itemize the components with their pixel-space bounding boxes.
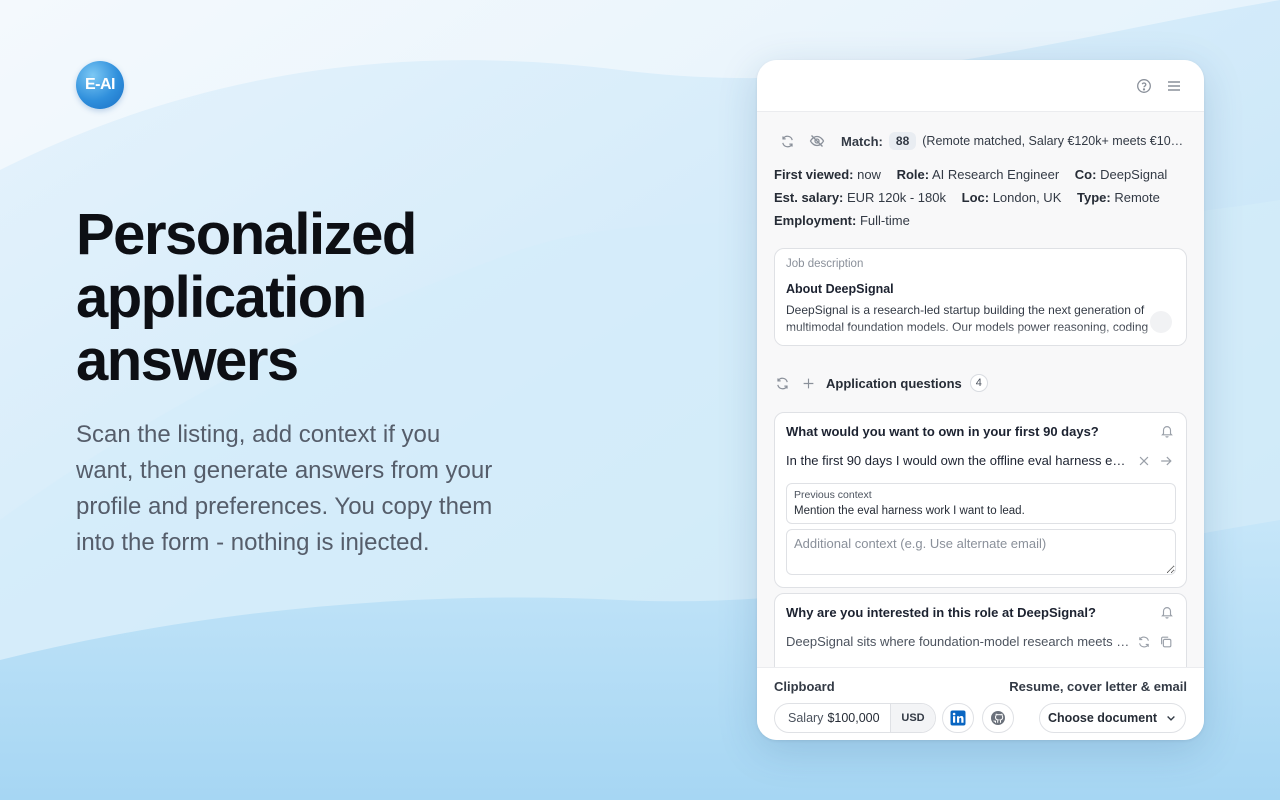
application-questions-header: Application questions 4 — [774, 374, 988, 392]
brand-logo: E-AI — [76, 61, 124, 109]
question-text: Why are you interested in this role at D… — [786, 605, 1096, 620]
match-score-badge: 88 — [888, 132, 917, 150]
hero-headline: Personalized application answers — [76, 202, 417, 393]
chevron-down-icon — [1165, 712, 1177, 724]
answer-text[interactable]: In the first 90 days I would own the off… — [786, 453, 1131, 468]
additional-context-input[interactable] — [786, 529, 1176, 575]
currency-toggle[interactable]: USD — [890, 704, 935, 732]
answer-text[interactable]: DeepSignal sits where foundation-model r… — [786, 634, 1131, 649]
question-text: What would you want to own in your first… — [786, 424, 1099, 439]
match-row: Match: 88 (Remote matched, Salary €120k+… — [779, 131, 1189, 151]
panel-footer: Clipboard Resume, cover letter & email S… — [757, 667, 1204, 740]
meta-row-1: First viewed: now Role: AI Research Engi… — [774, 167, 1179, 182]
hero-subtext: Scan the listing, add context if you wan… — [76, 421, 493, 556]
previous-context-text: Mention the eval harness work I want to … — [794, 505, 1025, 517]
refresh-icon[interactable] — [779, 133, 795, 149]
questions-count-badge: 4 — [969, 374, 988, 392]
meta-row-2: Est. salary: EUR 120k - 180k Loc: London… — [774, 190, 1172, 205]
meta-employment: Employment: Full-time — [774, 213, 910, 228]
meta-row-3: Employment: Full-time — [774, 213, 922, 228]
linkedin-icon — [950, 710, 966, 726]
github-icon — [991, 711, 1005, 725]
panel-header — [757, 60, 1204, 112]
arrow-right-icon[interactable] — [1159, 454, 1173, 468]
question-card: What would you want to own in your first… — [774, 412, 1187, 588]
extension-panel: Match: 88 (Remote matched, Salary €120k+… — [757, 60, 1204, 740]
salary-chip-value: $100,000 — [827, 711, 880, 725]
linkedin-copy-button[interactable] — [942, 703, 974, 733]
job-description-label: Job description — [786, 258, 864, 270]
meta-salary: Est. salary: EUR 120k - 180k — [774, 190, 946, 205]
clipboard-label: Clipboard — [774, 679, 835, 694]
previous-context-box: Previous context Mention the eval harnes… — [786, 483, 1176, 524]
meta-location: Loc: London, UK — [961, 190, 1062, 205]
match-reason: (Remote matched, Salary €120k+ meets €10… — [922, 134, 1189, 148]
choose-document-dropdown[interactable]: Choose document — [1039, 703, 1186, 733]
bell-icon[interactable] — [1160, 424, 1174, 438]
meta-company: Co: DeepSignal — [1074, 167, 1168, 182]
meta-type: Type: Remote — [1077, 190, 1160, 205]
choose-document-label: Choose document — [1047, 711, 1158, 725]
previous-context-label: Previous context — [794, 489, 872, 501]
github-copy-button[interactable] — [982, 703, 1014, 733]
add-question-icon[interactable] — [800, 375, 816, 391]
job-description-title: About DeepSignal — [786, 282, 894, 296]
job-description-fade — [775, 325, 1186, 345]
refresh-questions-icon[interactable] — [774, 375, 790, 391]
salary-chip-label: Salary — [788, 711, 824, 725]
bell-icon[interactable] — [1160, 605, 1174, 619]
application-questions-title: Application questions — [826, 375, 962, 391]
close-icon[interactable] — [1137, 454, 1151, 468]
regenerate-icon[interactable] — [1137, 635, 1151, 649]
documents-label: Resume, cover letter & email — [1009, 679, 1187, 694]
job-description-box[interactable]: Job description About DeepSignal DeepSig… — [774, 248, 1187, 346]
copy-icon[interactable] — [1159, 635, 1173, 649]
meta-first-viewed: First viewed: now — [774, 167, 881, 182]
salary-copy-chip[interactable]: Salary $100,000 USD — [774, 703, 936, 733]
eye-off-icon[interactable] — [809, 133, 825, 149]
menu-icon[interactable] — [1165, 77, 1183, 95]
expand-handle[interactable] — [1150, 311, 1172, 333]
meta-role: Role: AI Research Engineer — [896, 167, 1060, 182]
match-label: Match: — [841, 133, 883, 149]
help-icon[interactable] — [1135, 77, 1153, 95]
